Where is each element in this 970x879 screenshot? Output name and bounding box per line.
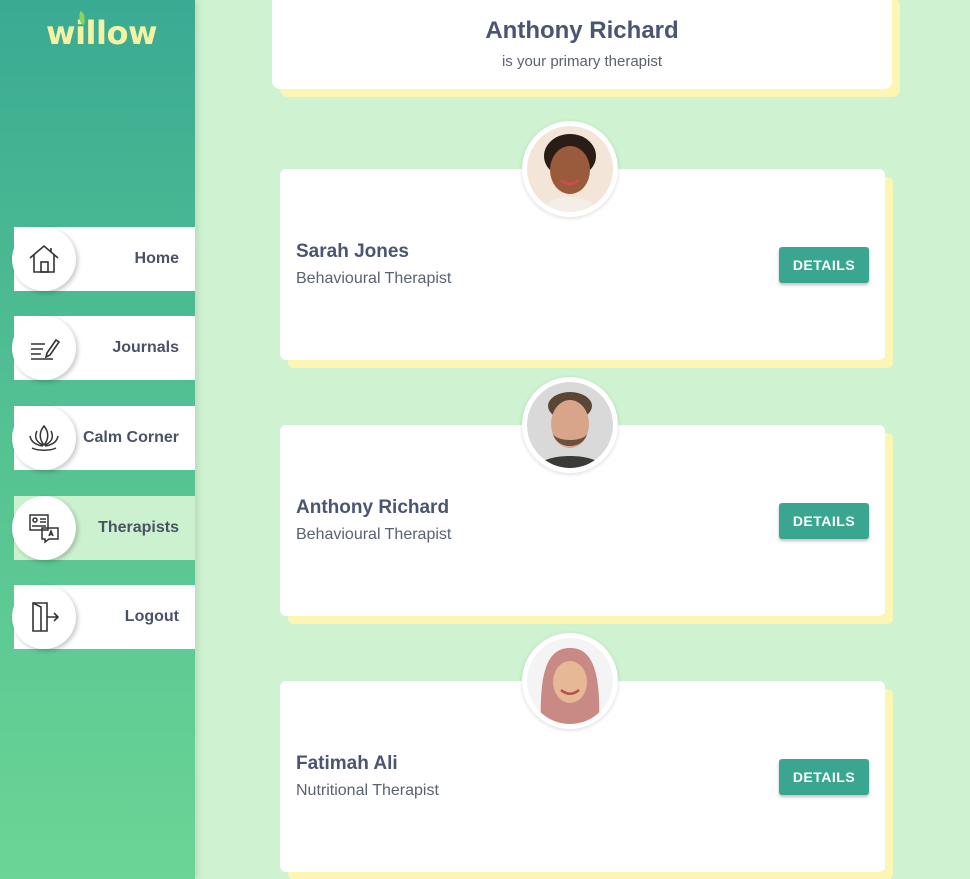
lotus-icon — [12, 406, 76, 470]
therapist-chat-icon — [12, 496, 76, 560]
details-button[interactable]: DETAILS — [779, 759, 869, 795]
sidebar-item-label: Home — [134, 250, 179, 267]
logout-door-icon — [12, 585, 76, 649]
app-logo[interactable]: willow — [46, 14, 158, 52]
avatar — [522, 121, 618, 217]
sidebar-item-calm-corner[interactable]: Calm Corner — [12, 406, 195, 470]
primary-therapist-card: Anthony Richard is your primary therapis… — [272, 0, 892, 89]
avatar — [522, 377, 618, 473]
therapist-name: Sarah Jones — [296, 241, 409, 262]
sidebar-item-label: Logout — [124, 608, 179, 625]
home-icon — [12, 227, 76, 291]
sidebar-item-logout[interactable]: Logout — [12, 585, 195, 649]
therapist-role: Behavioural Therapist — [296, 526, 452, 543]
therapist-role: Nutritional Therapist — [296, 782, 439, 799]
avatar — [522, 633, 618, 729]
sidebar-item-label: Journals — [112, 339, 179, 356]
details-button[interactable]: DETAILS — [779, 247, 869, 283]
sidebar-item-home[interactable]: Home — [12, 227, 195, 291]
sidebar-item-label: Calm Corner — [82, 429, 179, 446]
primary-therapist-name: Anthony Richard — [485, 17, 679, 44]
therapist-name: Fatimah Ali — [296, 753, 398, 774]
sidebar-item-label: Therapists — [98, 519, 179, 536]
therapist-name: Anthony Richard — [296, 497, 450, 518]
details-button[interactable]: DETAILS — [779, 503, 869, 539]
therapist-role: Behavioural Therapist — [296, 270, 452, 287]
sidebar: willow Home Journals Calm Corner Therapi… — [0, 0, 195, 879]
primary-therapist-subtitle: is your primary therapist — [501, 53, 663, 70]
journal-pen-icon — [12, 316, 76, 380]
sidebar-item-therapists[interactable]: Therapists — [12, 496, 195, 560]
sidebar-item-journals[interactable]: Journals — [12, 316, 195, 380]
